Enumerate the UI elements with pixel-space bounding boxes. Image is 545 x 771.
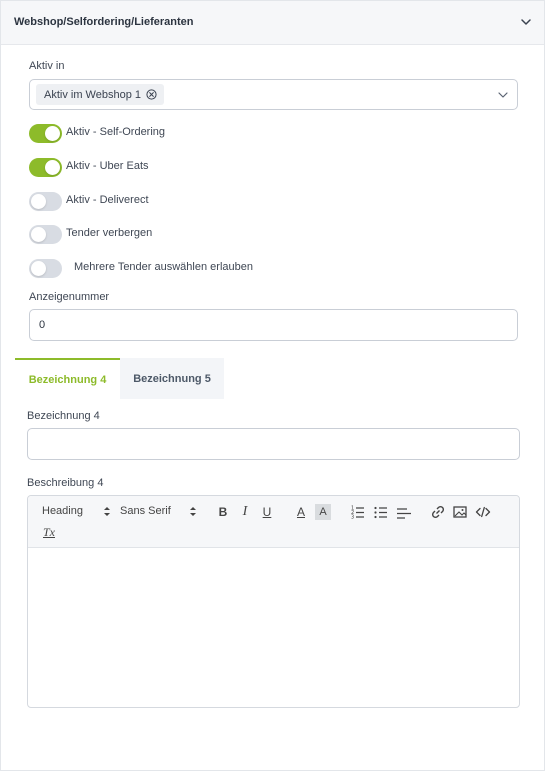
panel-title: Webshop/Selfordering/Lieferanten: [14, 16, 194, 28]
toggle-self-ordering[interactable]: [29, 124, 62, 143]
italic-button[interactable]: I: [237, 504, 253, 520]
toggle-deliverect-label: Aktiv - Deliverect: [66, 194, 149, 206]
bold-button[interactable]: B: [215, 504, 231, 520]
clear-format-button[interactable]: Tx: [40, 524, 58, 540]
code-icon[interactable]: [475, 504, 491, 520]
link-icon[interactable]: [430, 504, 446, 520]
align-left-icon[interactable]: [396, 505, 412, 521]
toggle-self-ordering-label: Aktiv - Self-Ordering: [66, 126, 166, 138]
chevron-down-icon[interactable]: [497, 89, 509, 101]
ordered-list-icon[interactable]: 1 2 3: [350, 504, 366, 520]
description-label: Beschreibung 4: [27, 477, 104, 489]
designation-label: Bezeichnung 4: [27, 410, 100, 422]
language-tabs: Bezeichnung 4 Bezeichnung 5: [15, 358, 535, 399]
chevron-down-icon[interactable]: [519, 15, 533, 29]
image-icon[interactable]: [452, 504, 468, 520]
selected-chip: Aktiv im Webshop 1: [36, 84, 165, 105]
display-number-input[interactable]: [29, 309, 518, 341]
editor-toolbar: Heading Sans Serif B I U A A 1 2 3 Tx: [28, 496, 519, 548]
updown-arrows-icon: [190, 507, 196, 516]
font-picker[interactable]: Sans Serif: [120, 505, 171, 517]
display-number-label: Anzeigenummer: [29, 291, 110, 303]
underline-button[interactable]: U: [259, 504, 275, 520]
circle-x-icon[interactable]: [146, 89, 157, 100]
toggle-hide-tender[interactable]: [29, 225, 62, 244]
selected-chip-label: Aktiv im Webshop 1: [44, 88, 142, 101]
background-color-button[interactable]: A: [315, 504, 331, 520]
panel-header[interactable]: Webshop/Selfordering/Lieferanten: [1, 1, 544, 45]
toggle-multiple-tender[interactable]: [29, 259, 62, 278]
toggle-knob: [45, 126, 60, 141]
tab-bezeichnung-4[interactable]: Bezeichnung 4: [15, 358, 120, 399]
designation-input[interactable]: [27, 428, 520, 460]
toggle-hide-tender-label: Tender verbergen: [66, 227, 153, 239]
toggle-knob: [31, 261, 46, 276]
bullet-list-icon[interactable]: [373, 504, 389, 520]
toggle-uber-eats-label: Aktiv - Uber Eats: [66, 160, 149, 172]
webshop-panel: Webshop/Selfordering/Lieferanten Aktiv i…: [0, 0, 545, 771]
active-in-label: Aktiv in: [29, 60, 65, 72]
heading-picker[interactable]: Heading: [42, 505, 83, 517]
svg-text:3: 3: [351, 515, 354, 521]
editor-content-area[interactable]: [28, 548, 519, 707]
toggle-uber-eats[interactable]: [29, 158, 62, 177]
rich-text-editor: Heading Sans Serif B I U A A 1 2 3 Tx: [27, 495, 520, 708]
updown-arrows-icon: [104, 507, 110, 516]
tab-bezeichnung-5[interactable]: Bezeichnung 5: [120, 358, 224, 399]
active-in-select[interactable]: Aktiv im Webshop 1: [29, 79, 518, 110]
font-color-button[interactable]: A: [293, 504, 309, 520]
toggle-knob: [31, 227, 46, 242]
toggle-multiple-tender-label: Mehrere Tender auswählen erlauben: [74, 261, 253, 273]
toggle-knob: [31, 194, 46, 209]
toggle-knob: [45, 160, 60, 175]
toggle-deliverect[interactable]: [29, 192, 62, 211]
